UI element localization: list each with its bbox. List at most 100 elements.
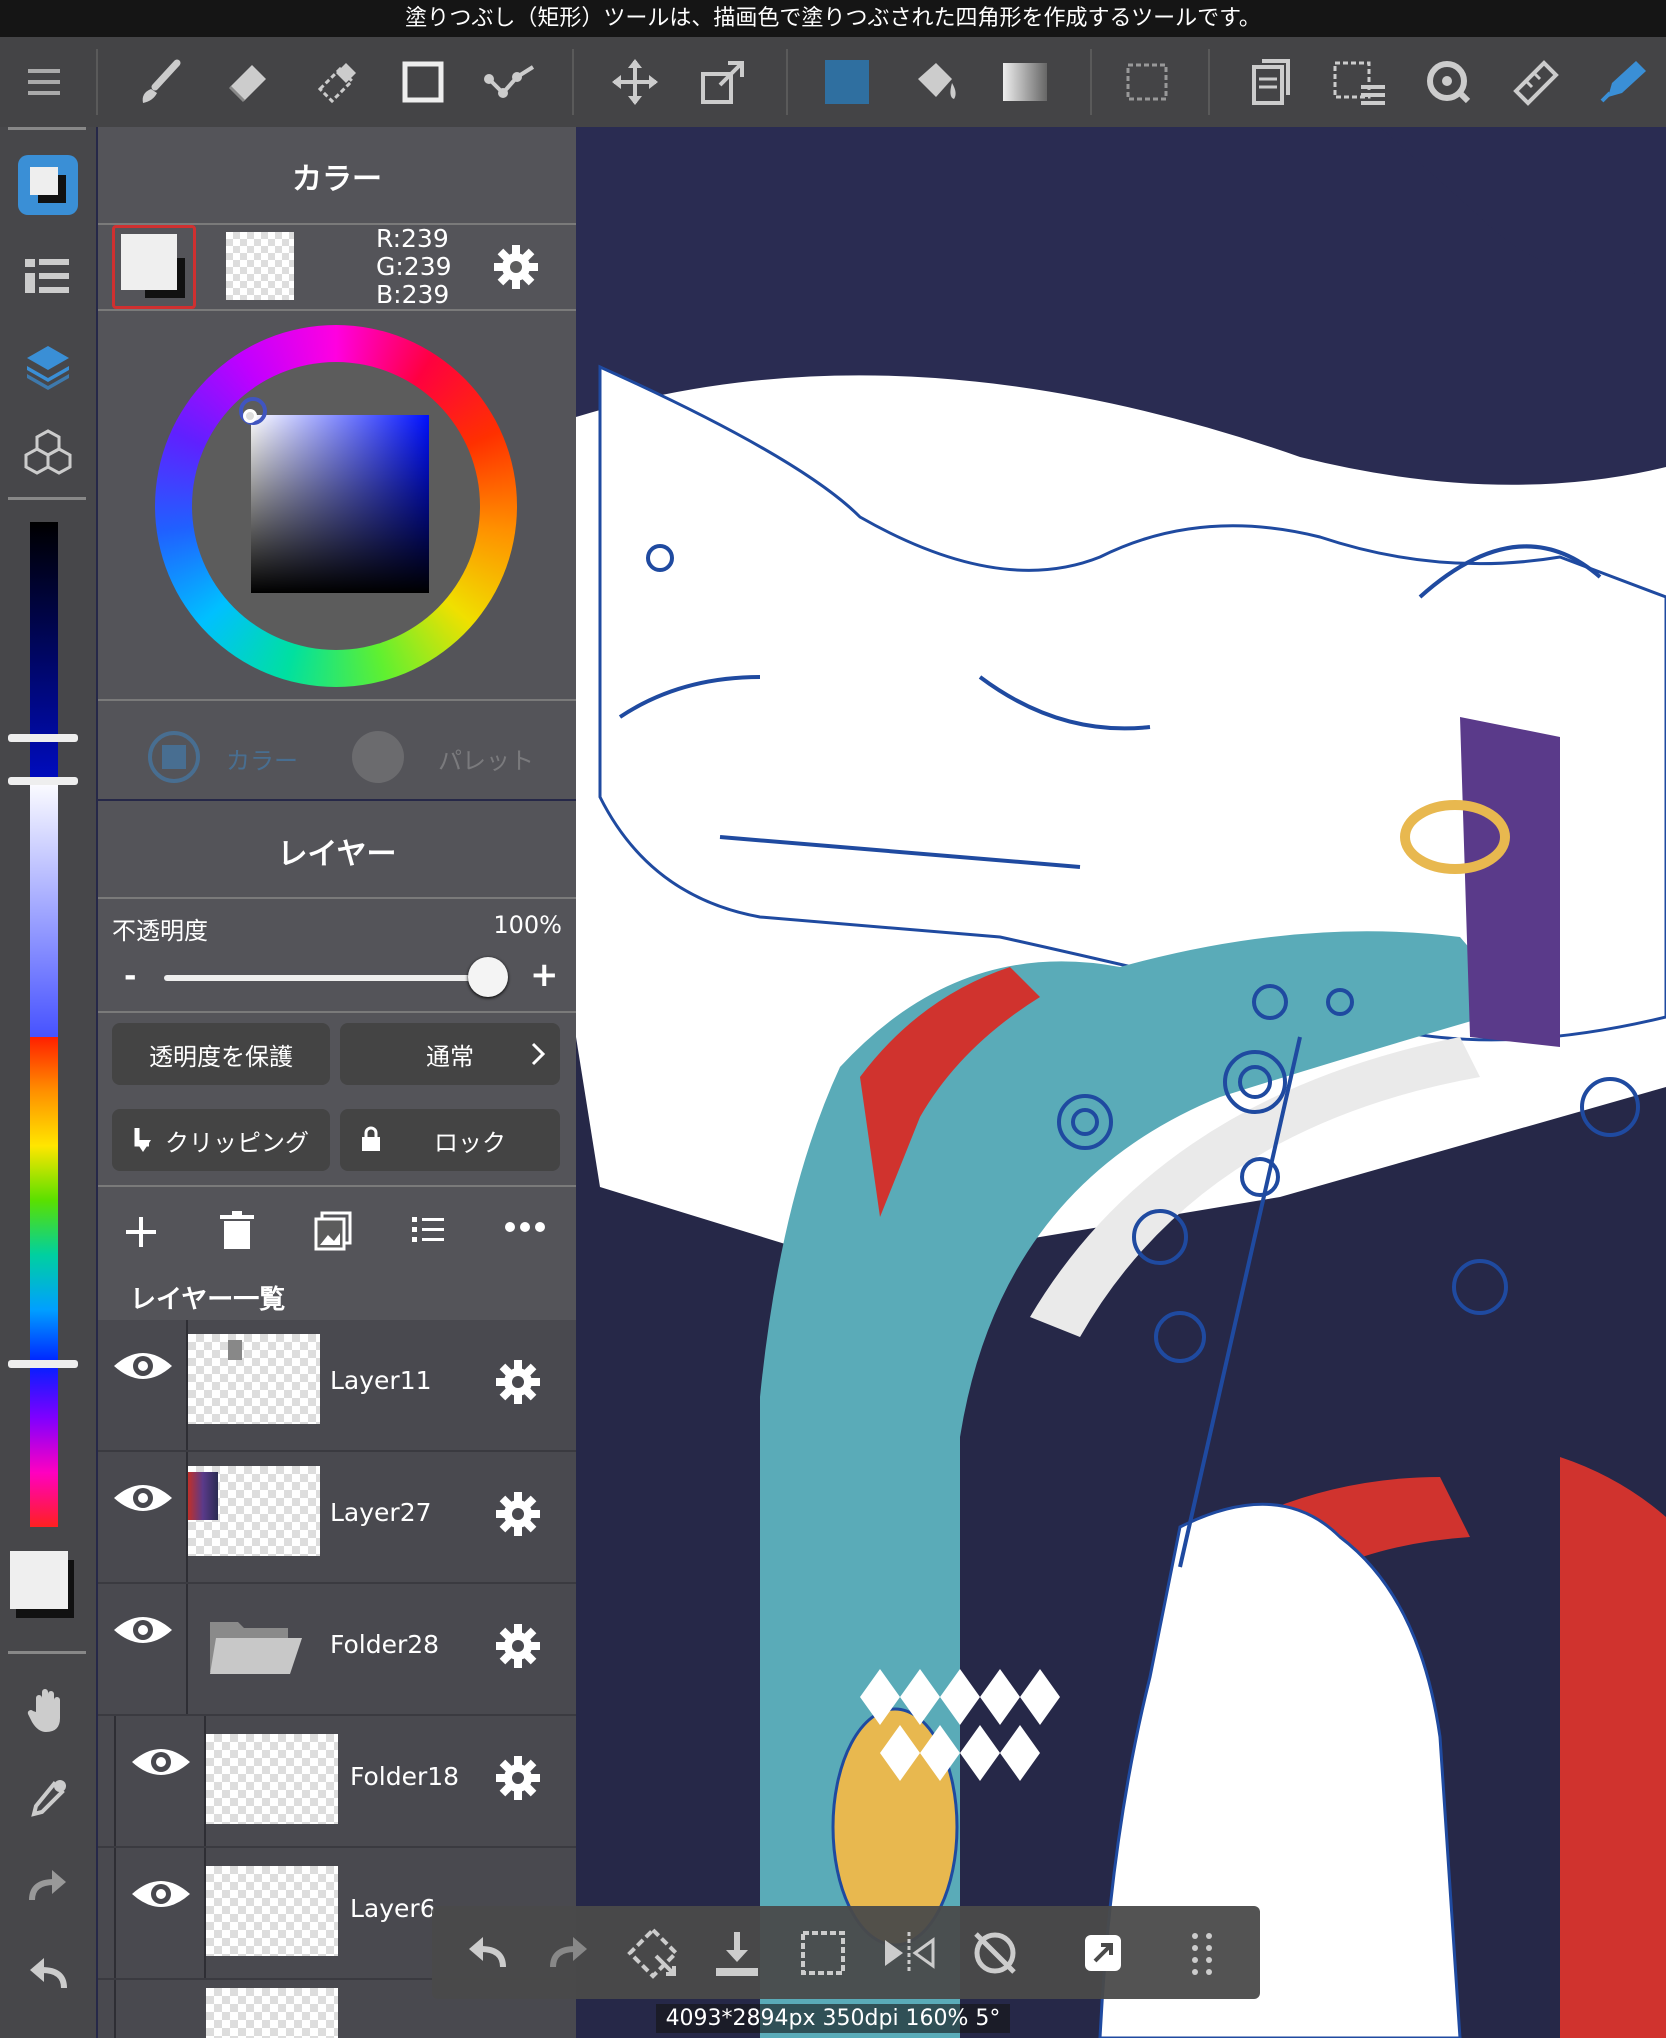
layer-settings-gear-icon[interactable] bbox=[494, 1754, 542, 1806]
canvas-status-bar: 4093*2894px 350dpi 160% 5° bbox=[0, 2000, 1666, 2038]
delete-layer-icon[interactable] bbox=[220, 1211, 254, 1255]
layers-copy-icon[interactable] bbox=[1236, 47, 1306, 117]
rectangle-icon[interactable] bbox=[388, 47, 458, 117]
hue-slider[interactable] bbox=[30, 1037, 58, 1527]
visibility-eye-icon[interactable] bbox=[130, 1742, 192, 1786]
palette-tab-icon[interactable] bbox=[352, 731, 404, 783]
opacity-increase-button[interactable]: + bbox=[530, 955, 559, 995]
layer-image-icon[interactable] bbox=[314, 1211, 352, 1255]
hand-icon[interactable] bbox=[13, 1675, 83, 1745]
foreground-color-swatch[interactable] bbox=[10, 1551, 68, 1609]
layer-list-icon[interactable] bbox=[412, 1215, 446, 1249]
brush-list-icon[interactable] bbox=[13, 242, 83, 312]
opacity-slider-handle[interactable] bbox=[468, 957, 508, 997]
folder-row[interactable]: Folder28 bbox=[98, 1584, 576, 1714]
layer-thumbnail bbox=[206, 1734, 338, 1824]
transform-icon[interactable] bbox=[688, 47, 758, 117]
layer-settings-gear-icon[interactable] bbox=[494, 1358, 542, 1410]
ruler-icon[interactable] bbox=[1500, 47, 1570, 117]
undo-icon[interactable] bbox=[452, 1918, 522, 1988]
opacity-decrease-button[interactable]: - bbox=[124, 959, 136, 994]
rgb-readout: R:239 G:239 B:239 bbox=[376, 225, 452, 309]
share-icon[interactable] bbox=[1068, 1918, 1138, 1988]
transparent-color-box[interactable] bbox=[226, 232, 294, 300]
clipping-button[interactable]: クリッピング bbox=[112, 1109, 330, 1171]
layers-icon[interactable] bbox=[13, 330, 83, 400]
opacity-value: 100% bbox=[493, 911, 562, 939]
lock-label: ロック bbox=[434, 1128, 506, 1157]
fill-color-swatch[interactable] bbox=[812, 47, 882, 117]
protect-alpha-button[interactable]: 透明度を保護 bbox=[112, 1023, 330, 1085]
canvas-info: 4093*2894px 350dpi 160% 5° bbox=[655, 2004, 1011, 2033]
visibility-eye-icon[interactable] bbox=[112, 1346, 174, 1390]
chevron-right-icon bbox=[531, 1042, 546, 1066]
lock-button[interactable]: ロック bbox=[340, 1109, 560, 1171]
visibility-eye-icon[interactable] bbox=[130, 1874, 192, 1918]
layer-row[interactable]: Layer11 bbox=[98, 1320, 576, 1450]
color-panel: カラー R:239 G:239 B:239 カラー パレット bbox=[98, 127, 576, 799]
layer-row[interactable]: Layer27 bbox=[98, 1452, 576, 1582]
flip-icon[interactable] bbox=[874, 1918, 944, 1988]
saturation-value-square[interactable] bbox=[251, 415, 429, 593]
saturation-slider-handle[interactable] bbox=[8, 777, 78, 785]
layer-name: Layer6 bbox=[350, 1894, 436, 1923]
layer-row[interactable]: Folder18 bbox=[98, 1716, 576, 2038]
bucket-icon[interactable] bbox=[900, 47, 970, 117]
color-panel-icon[interactable] bbox=[18, 155, 78, 215]
color-tab-icon[interactable] bbox=[148, 731, 200, 783]
layer-name: Layer11 bbox=[330, 1366, 432, 1395]
lock-icon bbox=[362, 1126, 380, 1151]
red-value: R:239 bbox=[376, 224, 449, 253]
grid-icon[interactable] bbox=[1168, 1918, 1238, 1988]
pen-icon[interactable] bbox=[1588, 47, 1658, 117]
selection-icon[interactable] bbox=[1112, 47, 1182, 117]
redo-icon[interactable] bbox=[13, 1851, 83, 1921]
bottom-toolbar bbox=[432, 1906, 1260, 1999]
opacity-slider[interactable] bbox=[164, 975, 494, 981]
current-color-box[interactable] bbox=[112, 225, 196, 309]
layer-name: Layer27 bbox=[330, 1498, 432, 1527]
more-options-icon[interactable] bbox=[504, 1219, 546, 1238]
layer-panel: レイヤー 不透明度 100% - + 透明度を保護 通常 クリッピング ロック … bbox=[98, 801, 576, 2038]
left-rail bbox=[0, 127, 96, 2038]
sv-handle[interactable] bbox=[243, 409, 257, 423]
layer-settings-gear-icon[interactable] bbox=[494, 1490, 542, 1542]
select-list-icon[interactable] bbox=[1324, 47, 1394, 117]
blend-mode-button[interactable]: 通常 bbox=[340, 1023, 560, 1085]
palette-tab-label[interactable]: パレット bbox=[438, 741, 534, 776]
visibility-eye-icon[interactable] bbox=[112, 1610, 174, 1654]
add-layer-icon[interactable] bbox=[122, 1213, 160, 1255]
hue-ring[interactable] bbox=[155, 325, 517, 687]
color-tab-label[interactable]: カラー bbox=[226, 741, 298, 776]
brush-icon[interactable] bbox=[125, 47, 195, 117]
move-icon[interactable] bbox=[600, 47, 670, 117]
save-icon[interactable] bbox=[702, 1918, 772, 1988]
lasso-icon[interactable] bbox=[1412, 47, 1482, 117]
layer-name: Folder18 bbox=[350, 1762, 460, 1791]
eyedropper-icon[interactable] bbox=[13, 1763, 83, 1833]
brightness-slider-handle[interactable] bbox=[8, 734, 78, 742]
color-panel-title: カラー bbox=[292, 162, 382, 197]
hue-slider-handle[interactable] bbox=[8, 1360, 78, 1368]
top-toolbar bbox=[0, 37, 1666, 127]
eraser-icon[interactable] bbox=[212, 47, 282, 117]
transform-select-icon[interactable] bbox=[618, 1918, 688, 1988]
polyline-icon[interactable] bbox=[476, 47, 546, 117]
rotate-reset-icon[interactable] bbox=[960, 1918, 1030, 1988]
blend-mode-label: 通常 bbox=[426, 1042, 474, 1071]
tool-hint-bar: 塗りつぶし（矩形）ツールは、描画色で塗りつぶされた四角形を作成するツールです。 bbox=[0, 0, 1666, 37]
blur-eraser-icon[interactable] bbox=[300, 47, 370, 117]
menu-icon[interactable] bbox=[9, 47, 79, 117]
redo-icon[interactable] bbox=[534, 1918, 604, 1988]
color-settings-gear-icon[interactable] bbox=[492, 243, 540, 295]
gradient-icon[interactable] bbox=[990, 47, 1060, 117]
visibility-eye-icon[interactable] bbox=[112, 1478, 174, 1522]
undo-icon[interactable] bbox=[13, 1939, 83, 2009]
select-all-icon[interactable] bbox=[788, 1918, 858, 1988]
green-value: G:239 bbox=[376, 252, 452, 281]
layer-thumbnail bbox=[188, 1334, 320, 1424]
layer-settings-gear-icon[interactable] bbox=[494, 1622, 542, 1674]
layer-thumbnail bbox=[206, 1866, 338, 1956]
layer-panel-title: レイヤー bbox=[277, 837, 397, 872]
materials-icon[interactable] bbox=[13, 417, 83, 487]
